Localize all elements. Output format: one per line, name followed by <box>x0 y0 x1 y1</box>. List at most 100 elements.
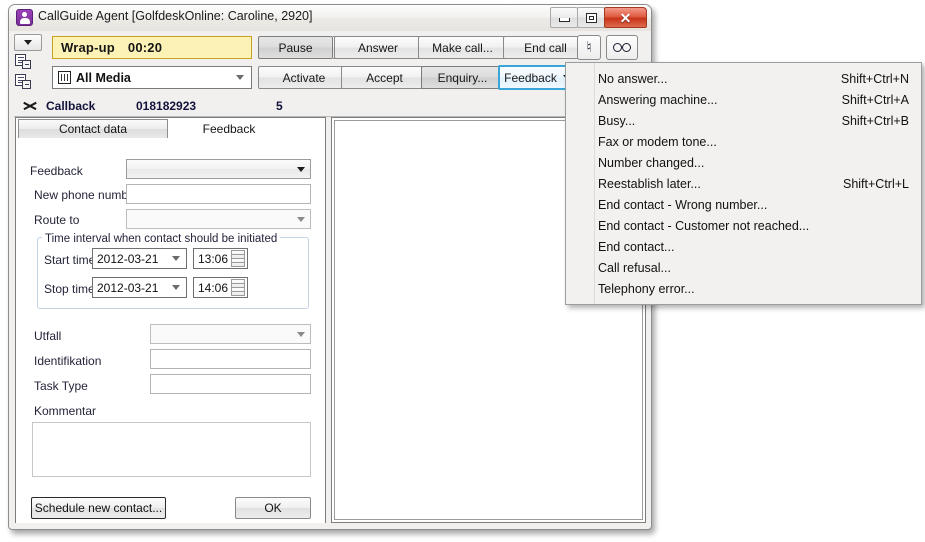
menu-item-label: End contact - Customer not reached... <box>598 218 810 233</box>
end-call-button[interactable]: End call <box>503 36 588 59</box>
menu-item-answering-machine[interactable]: Answering machine... Shift+Ctrl+A <box>566 89 921 110</box>
callguide-agent-window: CallGuide Agent [GolfdeskOnline: Carolin… <box>8 4 652 530</box>
tab-contact-data[interactable]: Contact data <box>18 119 168 138</box>
schedule-new-contact-button[interactable]: Schedule new contact... <box>31 497 166 519</box>
menu-item-no-answer[interactable]: No answer... Shift+Ctrl+N <box>566 68 921 89</box>
utfall-select[interactable] <box>150 324 311 344</box>
task-type-input[interactable] <box>150 374 311 394</box>
ok-label: OK <box>264 501 282 515</box>
spin-down-button[interactable] <box>231 258 245 267</box>
media-filter-value: All Media <box>76 70 131 85</box>
route-to-select[interactable] <box>126 209 311 229</box>
menu-item-label: End contact... <box>598 239 675 254</box>
tab-feedback[interactable]: Feedback <box>170 119 288 138</box>
start-date-value: 2012-03-21 <box>97 251 159 266</box>
menu-item-label: Number changed... <box>598 155 705 170</box>
media-filter-icon <box>58 71 71 84</box>
chevron-down-icon <box>172 285 180 290</box>
media-filter-combo[interactable]: All Media <box>52 66 252 89</box>
menu-item-label: End contact - Wrong number... <box>598 197 768 212</box>
start-date-picker[interactable]: 2012-03-21 <box>92 248 187 269</box>
menu-item-label: Reestablish later... <box>598 176 701 191</box>
start-time-label: Start time <box>44 253 96 267</box>
minimize-button[interactable] <box>550 7 578 28</box>
maximize-button[interactable] <box>577 7 605 28</box>
menu-item-fax-or-modem-tone[interactable]: Fax or modem tone... <box>566 131 921 152</box>
menu-item-number-changed[interactable]: Number changed... <box>566 152 921 173</box>
feedback-context-menu: No answer... Shift+Ctrl+N Answering mach… <box>565 62 922 305</box>
chevron-down-icon <box>297 331 305 337</box>
start-time-spin-buttons[interactable] <box>231 250 245 267</box>
task-list-icon[interactable] <box>15 74 35 91</box>
menu-item-end-contact-wrong-number[interactable]: End contact - Wrong number... <box>566 194 921 215</box>
schedule-new-contact-label: Schedule new contact... <box>34 501 163 515</box>
feedback-label: Feedback <box>504 70 557 85</box>
chevron-down-icon <box>24 40 32 45</box>
toolbar-options-caret-button[interactable] <box>14 34 42 51</box>
feedback-field-label: Feedback <box>30 164 83 178</box>
stop-date-picker[interactable]: 2012-03-21 <box>92 277 187 298</box>
activate-button[interactable]: Activate <box>258 66 350 89</box>
menu-item-end-contact[interactable]: End contact... <box>566 236 921 257</box>
ok-button[interactable]: OK <box>235 497 311 519</box>
spin-up-button[interactable] <box>231 279 245 287</box>
minimize-icon <box>558 18 570 22</box>
menu-item-end-contact-customer-not-reached[interactable]: End contact - Customer not reached... <box>566 215 921 236</box>
voicemail-button[interactable] <box>606 35 638 60</box>
kommentar-textarea[interactable] <box>32 422 311 477</box>
callback-number: 018182923 <box>136 99 197 113</box>
close-button[interactable]: ✕ <box>604 7 647 28</box>
maximize-icon <box>585 12 597 23</box>
enquiry-button[interactable]: Enquiry... <box>421 66 504 89</box>
start-time-value: 13:06 <box>198 251 229 266</box>
utfall-label: Utfall <box>34 329 62 343</box>
chevron-down-icon <box>236 75 244 80</box>
menu-item-busy[interactable]: Busy... Shift+Ctrl+B <box>566 110 921 131</box>
time-interval-title: Time interval when contact should be ini… <box>42 233 281 245</box>
menu-item-shortcut: Shift+Ctrl+L <box>842 176 909 191</box>
callback-scissors-icon <box>22 99 38 113</box>
contact-panel: Contact data Feedback Feedback New phone… <box>15 117 326 523</box>
spin-down-button[interactable] <box>231 287 245 296</box>
identifikation-input[interactable] <box>150 349 311 369</box>
chevron-down-icon <box>172 256 180 261</box>
menu-item-label: Answering machine... <box>598 92 718 107</box>
start-time-stepper[interactable]: 13:06 <box>193 248 248 269</box>
screen: CallGuide Agent [GolfdeskOnline: Carolin… <box>0 0 925 542</box>
stop-time-stepper[interactable]: 14:06 <box>193 277 248 298</box>
stop-time-spin-buttons[interactable] <box>231 279 245 296</box>
tabstrip: Contact data Feedback <box>16 118 325 140</box>
contact-list-icon[interactable] <box>15 54 35 71</box>
feedback-form: Feedback New phone number Route to Time … <box>16 139 325 523</box>
kommentar-label: Kommentar <box>34 404 97 418</box>
person-icon <box>16 9 33 26</box>
callback-type: Callback <box>46 99 96 113</box>
task-type-label: Task Type <box>34 379 88 393</box>
callback-row[interactable]: Callback 018182923 5 <box>14 96 646 117</box>
pause-label: Pause <box>278 40 313 55</box>
menu-item-call-refusal[interactable]: Call refusal... <box>566 257 921 278</box>
menu-item-label: Busy... <box>598 113 636 128</box>
menu-item-reestablish-later[interactable]: Reestablish later... Shift+Ctrl+L <box>566 173 921 194</box>
menu-item-label: Fax or modem tone... <box>598 134 717 149</box>
menu-item-shortcut: Shift+Ctrl+B <box>841 113 909 128</box>
caret-up-icon <box>232 283 244 284</box>
window-title: CallGuide Agent [GolfdeskOnline: Carolin… <box>38 9 313 23</box>
accept-button[interactable]: Accept <box>341 66 428 89</box>
window-controls: ✕ <box>550 7 647 28</box>
side-rail <box>14 34 44 94</box>
answer-button[interactable]: Answer <box>334 36 422 59</box>
feedback-select[interactable] <box>126 159 311 179</box>
menu-item-shortcut: Shift+Ctrl+A <box>841 92 909 107</box>
new-phone-input[interactable] <box>126 184 311 204</box>
make-call-button[interactable]: Make call... <box>418 36 507 59</box>
spin-up-button[interactable] <box>231 250 245 258</box>
chevron-down-icon <box>297 166 305 172</box>
music-note-button[interactable]: ♮ <box>577 35 601 60</box>
toolbar: Wrap-up 00:20 All Media Pause Answer Mak… <box>9 31 651 95</box>
tab-feedback-label: Feedback <box>202 121 256 136</box>
enquiry-label: Enquiry... <box>437 70 488 85</box>
menu-item-telephony-error[interactable]: Telephony error... <box>566 278 921 299</box>
status-timer: 00:20 <box>127 40 163 55</box>
pause-button[interactable]: Pause <box>258 36 333 59</box>
